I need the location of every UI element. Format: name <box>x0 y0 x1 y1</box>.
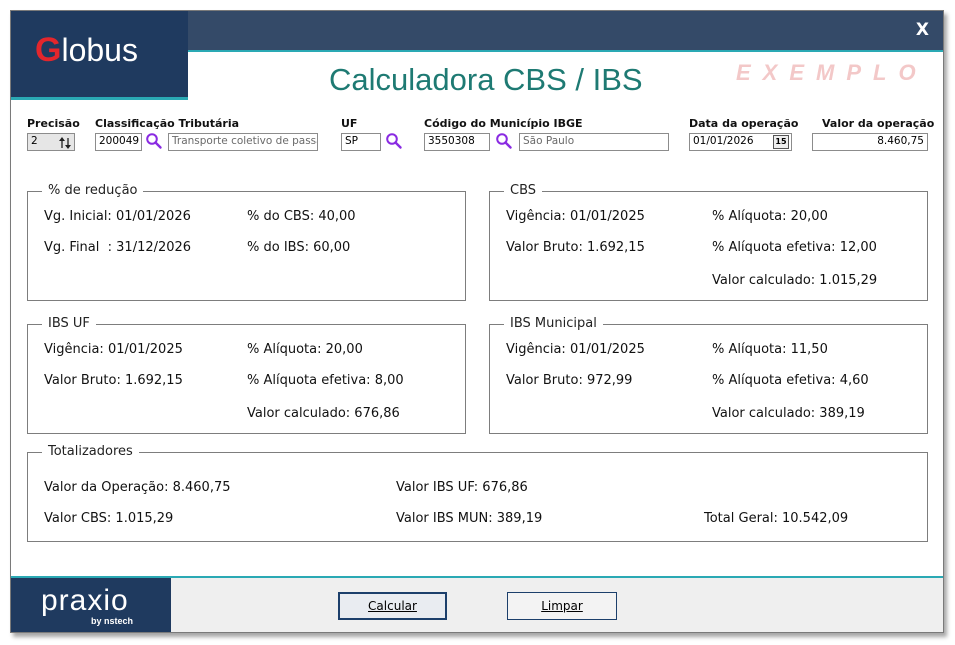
ibs-uf-title: IBS UF <box>42 316 96 331</box>
classificacao-search-icon[interactable] <box>145 132 163 150</box>
data-operacao-label: Data da operação <box>689 117 799 130</box>
ibs-municipal-title: IBS Municipal <box>504 316 603 331</box>
total-valor-ibs-uf: Valor IBS UF: 676,86 <box>396 480 528 495</box>
precisao-value: 2 <box>31 135 38 147</box>
uf-input[interactable]: SP <box>341 133 381 151</box>
valor-operacao-label: Valor da operação <box>822 117 935 130</box>
ibs-uf-vigencia: Vigência: 01/01/2025 <box>44 342 183 357</box>
totalizadores-title: Totalizadores <box>42 444 139 459</box>
page-title: Calculadora CBS / IBS <box>329 62 643 97</box>
cbs-aliquota-efetiva: % Alíquota efetiva: 12,00 <box>712 240 877 255</box>
municipio-label: Código do Município IBGE <box>424 117 583 130</box>
ibs-uf-valor-bruto: Valor Bruto: 1.692,15 <box>44 373 183 388</box>
title-accent-line <box>187 50 943 52</box>
precisao-label: Precisão <box>27 117 80 130</box>
reducao-cbs: % do CBS: 40,00 <box>247 209 356 224</box>
praxio-logo: praxio by nstech <box>11 578 171 632</box>
classificacao-description-field: Transporte coletivo de passage <box>168 133 318 151</box>
municipio-search-icon[interactable] <box>495 132 513 150</box>
globus-logo-g: G <box>35 31 62 69</box>
cbs-title: CBS <box>504 183 543 198</box>
ibs-uf-valor-calculado: Valor calculado: 676,86 <box>247 406 400 421</box>
example-watermark: EXEMPLO <box>736 60 928 85</box>
ibs-mun-vigencia: Vigência: 01/01/2025 <box>506 342 645 357</box>
cbs-valor-bruto: Valor Bruto: 1.692,15 <box>506 240 645 255</box>
valor-operacao-input[interactable]: 8.460,75 <box>812 133 928 151</box>
calendar-icon[interactable]: 15 <box>773 135 789 149</box>
reducao-vg-inicial: Vg. Inicial: 01/01/2026 <box>44 209 191 224</box>
ibs-municipal-group: IBS Municipal Vigência: 01/01/2025 Valor… <box>489 316 928 434</box>
reducao-group: % de redução Vg. Inicial: 01/01/2026 Vg.… <box>27 183 466 301</box>
calculator-window: X Globus Calculadora CBS / IBS EXEMPLO P… <box>10 10 944 633</box>
reducao-vg-final: Vg. Final : 31/12/2026 <box>44 240 192 255</box>
reducao-title: % de redução <box>42 183 144 198</box>
total-valor-ibs-mun: Valor IBS MUN: 389,19 <box>396 511 543 526</box>
praxio-logo-subtext: by nstech <box>91 616 134 626</box>
data-operacao-input[interactable]: 01/01/2026 15 <box>689 133 792 151</box>
calcular-button[interactable]: Calcular <box>338 592 447 620</box>
ibs-mun-aliquota: % Alíquota: 11,50 <box>712 342 828 357</box>
municipio-code-input[interactable]: 3550308 <box>424 133 490 151</box>
globus-logo-text: Globus <box>35 31 138 69</box>
cbs-valor-calculado: Valor calculado: 1.015,29 <box>712 273 878 288</box>
uf-label: UF <box>341 117 358 130</box>
cbs-group: CBS Vigência: 01/01/2025 Valor Bruto: 1.… <box>489 183 928 301</box>
spin-arrows-icon[interactable] <box>57 135 73 151</box>
ibs-uf-group: IBS UF Vigência: 01/01/2025 Valor Bruto:… <box>27 316 466 434</box>
praxio-logo-text: praxio <box>41 584 129 617</box>
close-button[interactable]: X <box>916 20 929 40</box>
ibs-mun-valor-bruto: Valor Bruto: 972,99 <box>506 373 633 388</box>
ibs-mun-aliquota-efetiva: % Alíquota efetiva: 4,60 <box>712 373 869 388</box>
total-geral: Total Geral: 10.542,09 <box>704 511 849 526</box>
ibs-uf-aliquota: % Alíquota: 20,00 <box>247 342 363 357</box>
data-operacao-value: 01/01/2026 <box>693 135 754 147</box>
municipio-name-field: São Paulo <box>519 133 669 151</box>
limpar-button[interactable]: Limpar <box>507 592 617 620</box>
precisao-spinner[interactable]: 2 <box>27 133 75 151</box>
uf-search-icon[interactable] <box>385 132 403 150</box>
cbs-aliquota: % Alíquota: 20,00 <box>712 209 828 224</box>
cbs-vigencia: Vigência: 01/01/2025 <box>506 209 645 224</box>
total-valor-operacao: Valor da Operação: 8.460,75 <box>44 480 231 495</box>
ibs-uf-aliquota-efetiva: % Alíquota efetiva: 8,00 <box>247 373 404 388</box>
reducao-ibs: % do IBS: 60,00 <box>247 240 351 255</box>
classificacao-code-input[interactable]: 200049 <box>95 133 142 151</box>
footer-bar: praxio by nstech Calcular Limpar <box>11 576 943 632</box>
total-valor-cbs: Valor CBS: 1.015,29 <box>44 511 174 526</box>
totalizadores-group: Totalizadores Valor da Operação: 8.460,7… <box>27 444 928 542</box>
globus-logo: Globus <box>11 11 188 100</box>
classificacao-label: Classificação Tributária <box>95 117 240 130</box>
ibs-mun-valor-calculado: Valor calculado: 389,19 <box>712 406 865 421</box>
